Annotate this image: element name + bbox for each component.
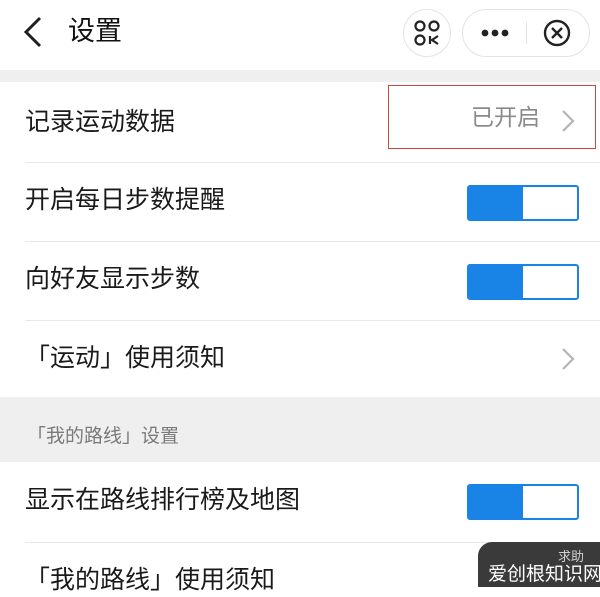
chevron-left-icon[interactable] (18, 14, 48, 50)
setting-label: 记录运动数据 (25, 107, 176, 136)
daily-reminder-toggle[interactable] (467, 185, 579, 221)
close-circle-icon (543, 19, 571, 47)
scan-button[interactable] (403, 9, 451, 57)
scan-icon (414, 20, 440, 46)
watermark-overlay: 求助 爱创根知识网 (478, 542, 600, 587)
show-friends-toggle[interactable] (467, 264, 579, 300)
header-divider-band (0, 70, 600, 82)
page-title: 设置 (68, 16, 122, 47)
section-title: 「我的路线」设置 (27, 425, 180, 447)
setting-label: 「运动」使用须知 (25, 343, 226, 372)
more-dots-icon (481, 29, 509, 37)
mini-program-capsule (462, 9, 590, 57)
close-button[interactable] (527, 10, 589, 56)
chevron-right-icon (562, 110, 575, 132)
status-value: 已开启 (471, 105, 540, 131)
setting-sport-notice[interactable]: 「运动」使用须知 (0, 321, 600, 397)
toggle-on-fill (469, 187, 523, 219)
more-button[interactable] (463, 10, 527, 56)
setting-label: 显示在路线排行榜及地图 (25, 485, 301, 514)
watermark-text: 爱创根知识网 (488, 563, 600, 585)
chevron-right-icon (562, 348, 575, 370)
setting-label: 开启每日步数提醒 (25, 185, 226, 214)
setting-label: 向好友显示步数 (25, 264, 201, 293)
nav-bar: 设置 (0, 0, 600, 70)
setting-label: 「我的路线」使用须知 (25, 565, 276, 594)
toggle-on-fill (469, 266, 523, 298)
toggle-on-fill (469, 486, 523, 518)
leaderboard-toggle[interactable] (467, 484, 579, 520)
